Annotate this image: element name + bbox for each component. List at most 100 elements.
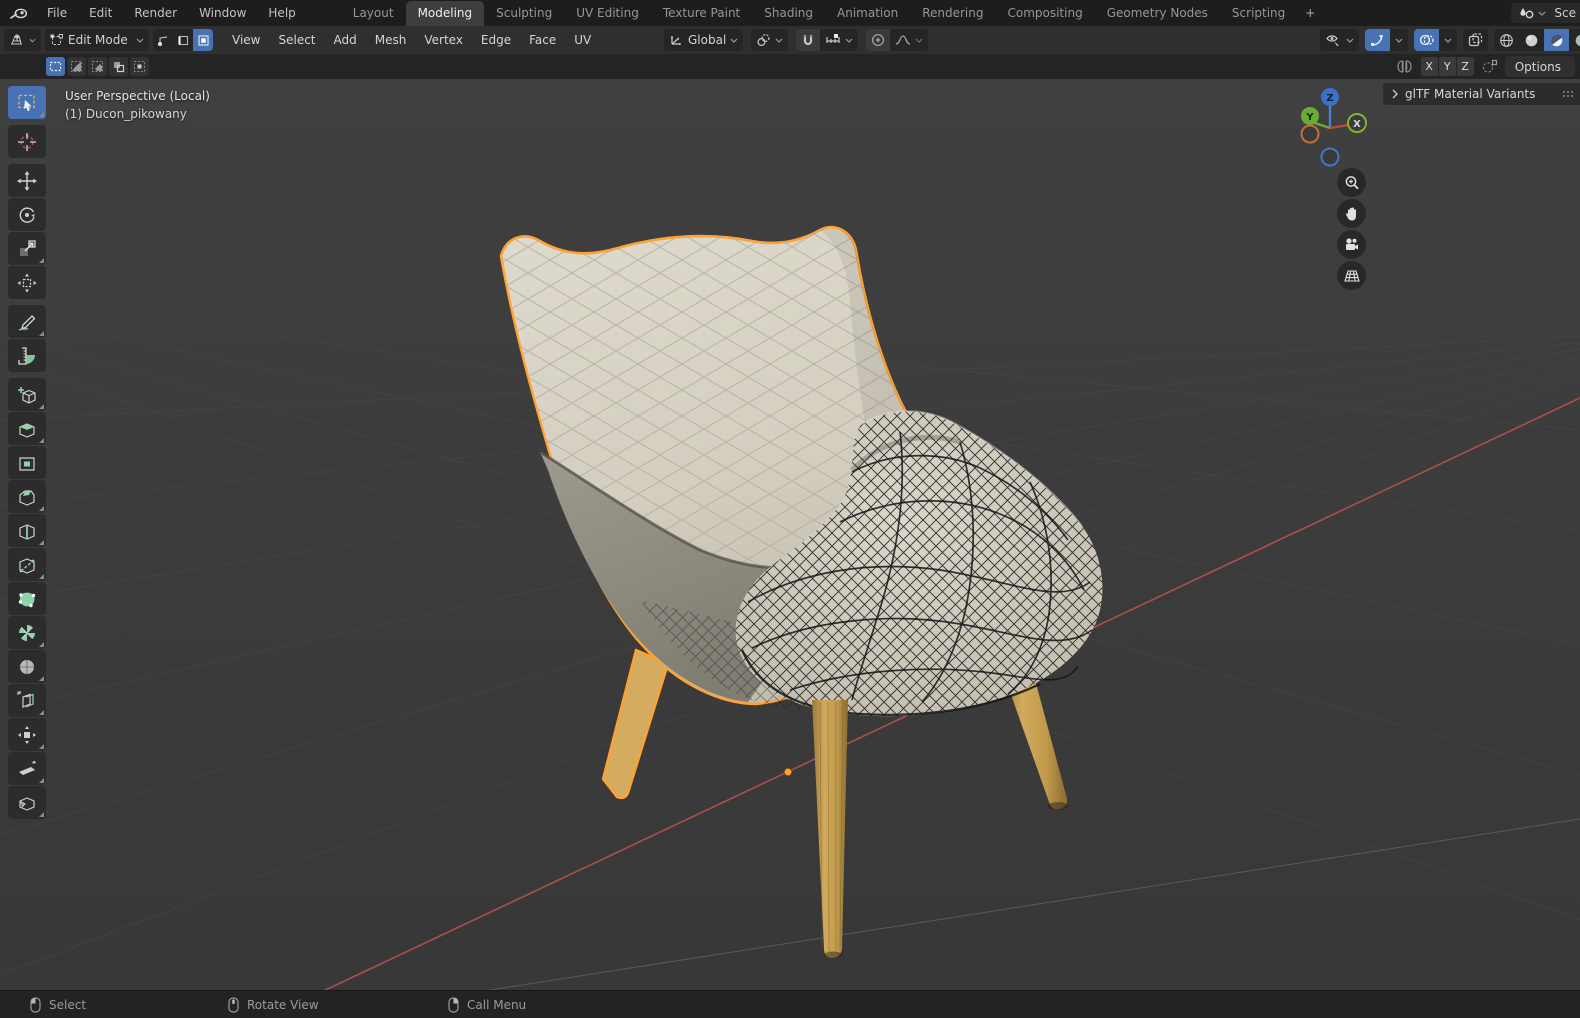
tool-edge-slide[interactable] [8, 684, 46, 717]
tool-loop-cut[interactable] [8, 514, 46, 547]
tool-shrink-fatten[interactable] [8, 718, 46, 751]
tab-modeling[interactable]: Modeling [405, 1, 485, 26]
tool-inset-faces[interactable] [8, 446, 46, 479]
show-gizmos-toggle[interactable] [1365, 29, 1390, 51]
tool-transform[interactable] [8, 266, 46, 299]
mirror-z-button[interactable]: Z [1456, 57, 1474, 76]
proportional-snap-icon[interactable] [1481, 59, 1498, 74]
blender-logo[interactable] [10, 6, 28, 20]
visibility-dropdown[interactable] [1320, 29, 1359, 51]
mode-dropdown[interactable]: Edit Mode [45, 29, 149, 51]
tool-add-cube[interactable] [8, 378, 46, 411]
shading-material-button[interactable] [1544, 29, 1569, 51]
tab-layout[interactable]: Layout [341, 1, 406, 26]
menu-uv[interactable]: UV [565, 30, 600, 50]
tool-extrude-region[interactable] [8, 412, 46, 445]
select-extend-button[interactable] [67, 57, 86, 76]
camera-view-button[interactable] [1337, 230, 1366, 259]
menu-edit[interactable]: Edit [78, 4, 123, 22]
shading-wireframe-icon [1500, 33, 1513, 47]
tool-poly-build[interactable] [8, 582, 46, 615]
tool-annotate[interactable] [8, 305, 46, 338]
face-select-button[interactable] [193, 29, 213, 51]
transform-orientation-dropdown[interactable]: Global [664, 29, 744, 51]
menu-vertex[interactable]: Vertex [415, 30, 472, 50]
select-subtract-button[interactable] [88, 57, 107, 76]
menu-help[interactable]: Help [257, 4, 306, 22]
shading-wireframe-button[interactable] [1494, 29, 1519, 51]
face-select-icon [197, 34, 209, 46]
tab-scripting[interactable]: Scripting [1220, 1, 1297, 26]
orthographic-toggle-button[interactable] [1337, 261, 1366, 290]
snap-with-dropdown[interactable] [820, 29, 858, 51]
tool-shear[interactable] [8, 752, 46, 785]
tool-bevel[interactable] [8, 480, 46, 513]
menu-mesh[interactable]: Mesh [366, 30, 416, 50]
menu-face[interactable]: Face [520, 30, 565, 50]
tab-texture-paint[interactable]: Texture Paint [651, 1, 752, 26]
menu-select[interactable]: Select [269, 30, 324, 50]
drag-dots-icon[interactable] [1562, 90, 1574, 98]
select-difference-button[interactable] [109, 57, 128, 76]
poly-build-icon [18, 592, 36, 607]
tool-rip-region[interactable] [8, 786, 46, 819]
options-button[interactable]: Options [1504, 56, 1575, 77]
pivot-point-dropdown[interactable] [751, 29, 789, 51]
edge-select-button[interactable] [173, 29, 193, 51]
bevel-icon [19, 489, 35, 506]
tab-compositing[interactable]: Compositing [995, 1, 1094, 26]
gltf-material-variants-panel[interactable]: glTF Material Variants [1383, 83, 1580, 105]
menu-view[interactable]: View [223, 30, 269, 50]
tool-select-box[interactable] [8, 86, 46, 119]
overlays-options-dropdown[interactable] [1439, 29, 1457, 51]
tool-cursor[interactable] [8, 125, 46, 158]
tab-sculpting[interactable]: Sculpting [484, 1, 564, 26]
vertex-select-button[interactable] [153, 29, 173, 51]
editor-type-button[interactable] [4, 29, 41, 51]
tool-rotate[interactable] [8, 198, 46, 231]
tab-geometry-nodes[interactable]: Geometry Nodes [1095, 1, 1220, 26]
menu-file[interactable]: File [36, 4, 78, 22]
tab-animation[interactable]: Animation [825, 1, 910, 26]
tab-rendering[interactable]: Rendering [910, 1, 995, 26]
add-workspace-button[interactable]: + [1297, 1, 1323, 26]
chevron-down-icon [775, 38, 783, 43]
tool-knife[interactable] [8, 548, 46, 581]
proportional-toggle[interactable] [866, 29, 891, 51]
select-intersect-button[interactable] [130, 57, 149, 76]
gizmo-neg-z-axis[interactable] [1320, 147, 1340, 167]
gizmo-neg-x-axis[interactable] [1300, 124, 1320, 144]
tool-smooth[interactable] [8, 650, 46, 683]
tool-move[interactable] [8, 164, 46, 197]
shading-material-icon [1550, 34, 1563, 46]
shading-rendered-button[interactable] [1569, 29, 1580, 51]
mirror-x-button[interactable]: X [1420, 57, 1438, 76]
show-overlays-toggle[interactable] [1414, 29, 1439, 51]
proportional-falloff-dropdown[interactable] [890, 29, 928, 51]
viewport-menus: View Select Add Mesh Vertex Edge Face UV [223, 30, 600, 50]
xray-toggle[interactable] [1463, 29, 1488, 51]
shading-solid-button[interactable] [1519, 29, 1544, 51]
tool-spin[interactable] [8, 616, 46, 649]
snap-toggle[interactable] [796, 29, 821, 51]
menu-window[interactable]: Window [188, 4, 257, 22]
tool-measure[interactable] [8, 339, 46, 372]
tab-uv-editing[interactable]: UV Editing [564, 1, 651, 26]
toolbar [8, 86, 46, 820]
select-set-button[interactable] [46, 57, 65, 76]
menu-render[interactable]: Render [123, 4, 188, 22]
tool-scale[interactable] [8, 232, 46, 265]
mirror-y-button[interactable]: Y [1438, 57, 1456, 76]
gizmos-options-dropdown[interactable] [1390, 29, 1408, 51]
shading-rendered-icon [1575, 34, 1580, 46]
navigation-gizmo[interactable]: Z Y X [1290, 84, 1370, 170]
shrink-fatten-icon [18, 725, 36, 744]
scene-selector[interactable]: Sce [1511, 3, 1580, 23]
menu-add[interactable]: Add [325, 30, 366, 50]
pan-button[interactable] [1337, 199, 1366, 228]
menu-edge[interactable]: Edge [472, 30, 520, 50]
viewport-3d[interactable]: User Perspective (Local) (1) Ducon_pikow… [0, 54, 1580, 990]
mirror-butterfly-icon[interactable] [1395, 59, 1414, 74]
zoom-button[interactable] [1337, 168, 1366, 197]
tab-shading[interactable]: Shading [752, 1, 825, 26]
